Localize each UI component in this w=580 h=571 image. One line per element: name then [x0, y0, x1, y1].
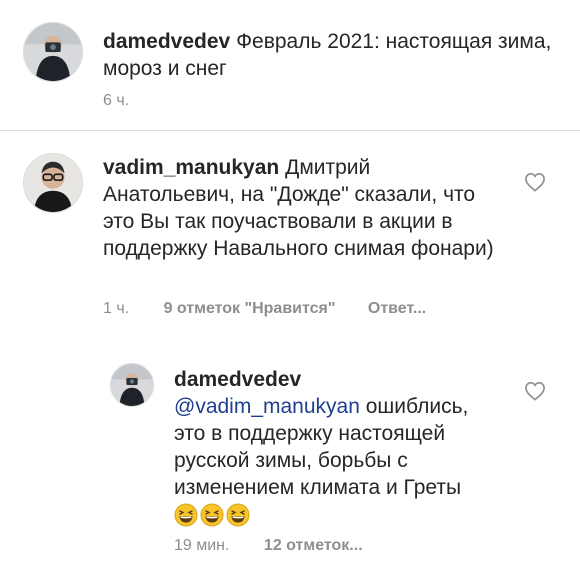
reply-username[interactable]: damedvedev	[174, 366, 504, 393]
caption-username[interactable]: damedvedev	[103, 30, 230, 53]
grinning-squinting-face-icon	[200, 503, 224, 527]
reply-button[interactable]: Ответ...	[368, 300, 426, 317]
grinning-squinting-face-icon	[226, 503, 250, 527]
avatar[interactable]	[23, 153, 83, 213]
grinning-squinting-face-icon	[174, 503, 198, 527]
likes-count-button[interactable]: 12 отметок...	[264, 537, 363, 554]
avatar[interactable]	[110, 363, 154, 407]
comment-time: 1 ч.	[103, 300, 130, 317]
emoji-row	[174, 503, 250, 527]
reply-time: 19 мин.	[174, 537, 230, 554]
heart-outline-icon[interactable]	[524, 172, 546, 192]
comment-username[interactable]: vadim_manukyan	[103, 156, 279, 179]
caption-time: 6 ч.	[103, 92, 130, 109]
likes-count-button[interactable]: 9 отметок "Нравится"	[164, 300, 336, 317]
divider	[0, 130, 580, 131]
avatar[interactable]	[23, 22, 83, 82]
mention-link[interactable]: @vadim_manukyan	[174, 395, 360, 418]
heart-outline-icon[interactable]	[524, 381, 546, 401]
